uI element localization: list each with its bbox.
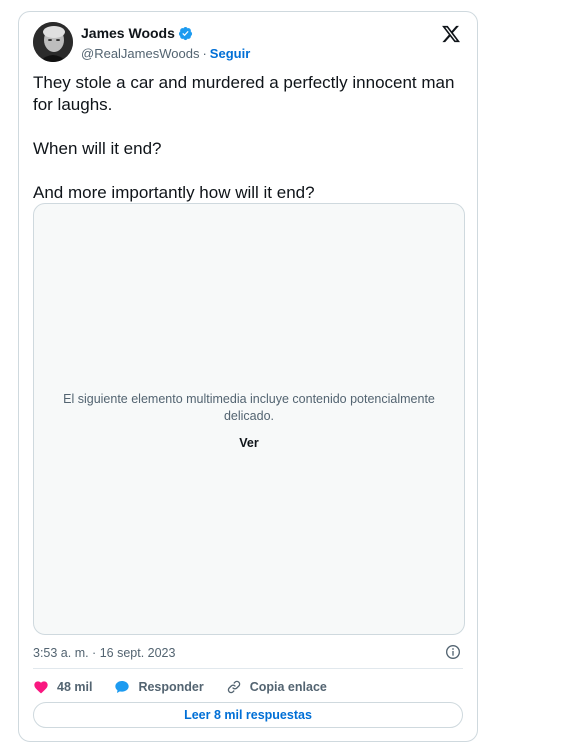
avatar-image <box>33 22 73 62</box>
sensitive-media-warning: El siguiente elemento multimedia incluye… <box>63 392 435 423</box>
tweet-paragraph: And more importantly how will it end? <box>33 183 315 202</box>
follow-button[interactable]: Seguir <box>210 46 250 61</box>
copy-link-label: Copia enlace <box>249 680 327 694</box>
read-replies-button[interactable]: Leer 8 mil respuestas <box>33 702 463 728</box>
tweet-text: They stole a car and murdered a perfectl… <box>33 72 463 204</box>
author-identity: James Woods @RealJamesWoods · Seguir <box>81 24 250 62</box>
tweet-paragraph: When will it end? <box>33 139 162 158</box>
reply-button[interactable]: Responder <box>114 679 204 695</box>
sensitive-media-placeholder[interactable]: El siguiente elemento multimedia incluye… <box>33 203 465 635</box>
author-handle-row: @RealJamesWoods · Seguir <box>81 44 250 62</box>
author-name-row: James Woods <box>81 24 250 42</box>
speech-bubble-icon <box>115 681 130 693</box>
author-handle[interactable]: @RealJamesWoods <box>81 46 199 61</box>
verified-badge-icon <box>178 26 193 41</box>
info-icon[interactable] <box>445 644 461 660</box>
like-count: 48 mil <box>57 680 93 694</box>
tweet-actions: 48 mil Responder Copia enlace <box>33 676 463 698</box>
author-name[interactable]: James Woods <box>81 25 175 41</box>
copy-link-button[interactable]: Copia enlace <box>226 679 327 695</box>
tweet-meta: 3:53 a. m. · 16 sept. 2023 <box>33 643 463 663</box>
handle-separator: · <box>202 45 207 61</box>
tweet-embed-card: James Woods @RealJamesWoods · Seguir The… <box>18 11 478 742</box>
tweet-paragraph: They stole a car and murdered a perfectl… <box>33 73 455 114</box>
reply-label: Responder <box>138 680 204 694</box>
x-logo-icon[interactable] <box>441 24 461 44</box>
heart-icon <box>34 681 48 694</box>
like-button[interactable]: 48 mil <box>33 679 92 695</box>
tweet-header: James Woods @RealJamesWoods · Seguir <box>33 22 465 66</box>
link-icon <box>227 680 240 694</box>
divider <box>33 668 463 669</box>
view-media-button[interactable]: Ver <box>34 436 464 450</box>
tweet-timestamp[interactable]: 3:53 a. m. · 16 sept. 2023 <box>33 646 175 660</box>
avatar[interactable] <box>33 22 73 62</box>
